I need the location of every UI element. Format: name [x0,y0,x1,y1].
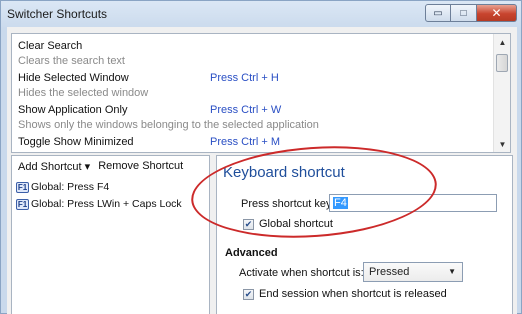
shortcut-keys-value: F4 [333,197,348,209]
command-key: Press Ctrl + H [210,72,279,84]
scroll-thumb[interactable] [496,54,508,72]
shortcut-details-pane: Keyboard shortcut Press shortcut keys: F… [216,155,513,314]
keyboard-key-icon: F1 [16,198,29,210]
shortcut-keys-label: Press shortcut keys: [241,198,341,210]
shortcuts-pane: Add Shortcut ▾ Remove Shortcut F1 Global… [11,155,210,314]
checkbox-checked-icon: ✔ [243,218,254,230]
command-title: Clear Search [18,40,83,52]
caption-buttons: ▭ □ ✕ [425,4,517,22]
command-description: Shows only the windows belonging to the … [18,119,319,131]
shortcut-item[interactable]: F1 Global: Press LWin + Caps Lock [16,197,182,211]
chevron-down-icon: ▾ [84,161,91,173]
command-row-show-app-only[interactable]: Show Application Only Press Ctrl + W Sho… [12,102,490,134]
command-title: Toggle Show Minimized [18,136,134,148]
maximize-icon: □ [460,7,467,19]
command-row-hide-selected[interactable]: Hide Selected Window Press Ctrl + H Hide… [12,70,490,102]
command-key: Press Ctrl + W [210,104,282,116]
remove-shortcut-button[interactable]: Remove Shortcut [98,160,183,173]
shortcuts-toolbar: Add Shortcut ▾ Remove Shortcut [18,160,183,173]
command-row-clear-search[interactable]: Clear Search Clears the search text [12,38,490,70]
command-description: Hides the selected window [18,87,149,99]
maximize-button[interactable]: □ [451,4,477,22]
minimize-icon: ▭ [433,7,443,19]
minimize-button[interactable]: ▭ [425,4,451,22]
end-session-checkbox[interactable]: ✔ End session when shortcut is released [243,288,447,300]
chevron-down-icon: ▼ [448,267,456,276]
activate-when-label: Activate when shortcut is: [239,267,364,279]
switcher-shortcuts-window: Switcher Shortcuts ▭ □ ✕ Clear Search Cl… [0,0,522,314]
close-icon: ✕ [491,6,502,20]
shortcut-keys-input[interactable]: F4 [329,194,497,212]
client-area: Clear Search Clears the search text Hide… [7,27,517,314]
add-shortcut-label: Add Shortcut [18,161,82,173]
keyboard-shortcut-heading: Keyboard shortcut [223,164,345,181]
title-bar[interactable]: Switcher Shortcuts ▭ □ ✕ [1,1,521,27]
advanced-heading: Advanced [225,247,278,259]
commands-list[interactable]: Clear Search Clears the search text Hide… [11,33,511,153]
activate-when-select[interactable]: Pressed ▼ [363,262,463,282]
scroll-down-icon[interactable]: ▼ [494,136,510,152]
shortcut-item[interactable]: F1 Global: Press F4 [16,180,109,194]
command-key: Press Ctrl + M [210,136,280,148]
window-title: Switcher Shortcuts [7,7,108,21]
keyboard-key-icon: F1 [16,181,29,193]
command-title: Hide Selected Window [18,72,129,84]
add-shortcut-button[interactable]: Add Shortcut ▾ [18,160,90,173]
shortcut-item-label: Global: Press F4 [31,181,110,193]
command-description: Clears the search text [18,55,125,67]
close-button[interactable]: ✕ [477,4,517,22]
command-row-toggle-minimized[interactable]: Toggle Show Minimized Press Ctrl + M [12,134,490,152]
global-shortcut-checkbox[interactable]: ✔ Global shortcut [243,218,333,230]
command-title: Show Application Only [18,104,128,116]
activate-when-value: Pressed [369,266,410,278]
commands-scrollbar[interactable]: ▲ ▼ [493,34,510,152]
scroll-up-icon[interactable]: ▲ [494,34,510,50]
global-shortcut-label: Global shortcut [259,218,333,230]
shortcut-item-label: Global: Press LWin + Caps Lock [31,198,182,210]
end-session-label: End session when shortcut is released [259,288,447,300]
checkbox-checked-icon: ✔ [243,288,254,300]
